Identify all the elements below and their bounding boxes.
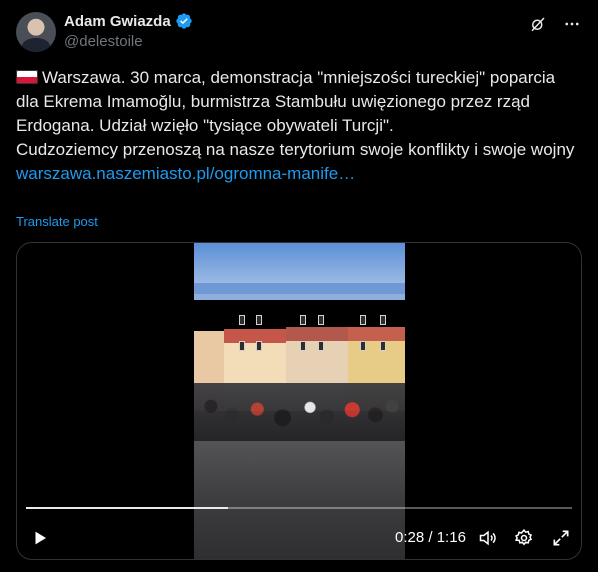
video-frame[interactable] (194, 243, 405, 559)
avatar[interactable] (16, 12, 56, 52)
window (256, 341, 262, 351)
post-actions (528, 14, 582, 34)
window (360, 341, 366, 351)
grok-icon[interactable] (528, 14, 548, 34)
window (360, 315, 366, 325)
video-controls: 0:28 / 1:16 (17, 523, 581, 553)
verified-badge-icon (176, 13, 192, 29)
post-paragraph-1: Warszawa. 30 marca, demonstracja "mniejs… (16, 66, 582, 138)
post-text: Warszawa. 30 marca, demonstracja "mniejs… (16, 66, 582, 186)
post-line-2: Cudzoziemcy przenoszą na nasze terytoriu… (16, 140, 575, 159)
post: Adam Gwiazda @delestoile Warszawa. 30 ma… (0, 0, 598, 572)
author-name[interactable]: Adam Gwiazda (64, 13, 171, 30)
video-progress-bar[interactable] (26, 507, 572, 509)
settings-gear-icon[interactable] (514, 528, 534, 548)
volume-icon[interactable] (478, 528, 498, 548)
window (239, 341, 245, 351)
crowd (194, 383, 405, 441)
video-player[interactable]: 0:28 / 1:16 (16, 242, 582, 560)
fullscreen-icon[interactable] (551, 528, 571, 548)
window (300, 315, 306, 325)
video-progress-fill (26, 507, 229, 509)
more-options-icon[interactable] (562, 14, 582, 34)
post-line-1: Warszawa. 30 marca, demonstracja "mniejs… (16, 68, 556, 135)
window (380, 315, 386, 325)
window (318, 341, 324, 351)
current-time: 0:28 (395, 529, 425, 546)
author-row: Adam Gwiazda (64, 12, 193, 30)
translate-post-link[interactable]: Translate post (16, 214, 98, 229)
window (239, 315, 245, 325)
author-handle[interactable]: @delestoile (64, 33, 143, 50)
window (318, 315, 324, 325)
video-sky (194, 243, 405, 283)
poland-flag-icon (16, 70, 38, 84)
window (256, 315, 262, 325)
window (380, 341, 386, 351)
post-link[interactable]: warszawa.naszemiasto.pl/ogromna-manife… (16, 164, 355, 183)
play-icon[interactable] (31, 529, 49, 547)
video-time: 0:28 / 1:16 (395, 529, 466, 546)
window (300, 341, 306, 351)
duration: 1:16 (436, 529, 466, 546)
post-link-row: warszawa.naszemiasto.pl/ogromna-manife… (16, 162, 582, 186)
time-separator: / (428, 529, 433, 546)
